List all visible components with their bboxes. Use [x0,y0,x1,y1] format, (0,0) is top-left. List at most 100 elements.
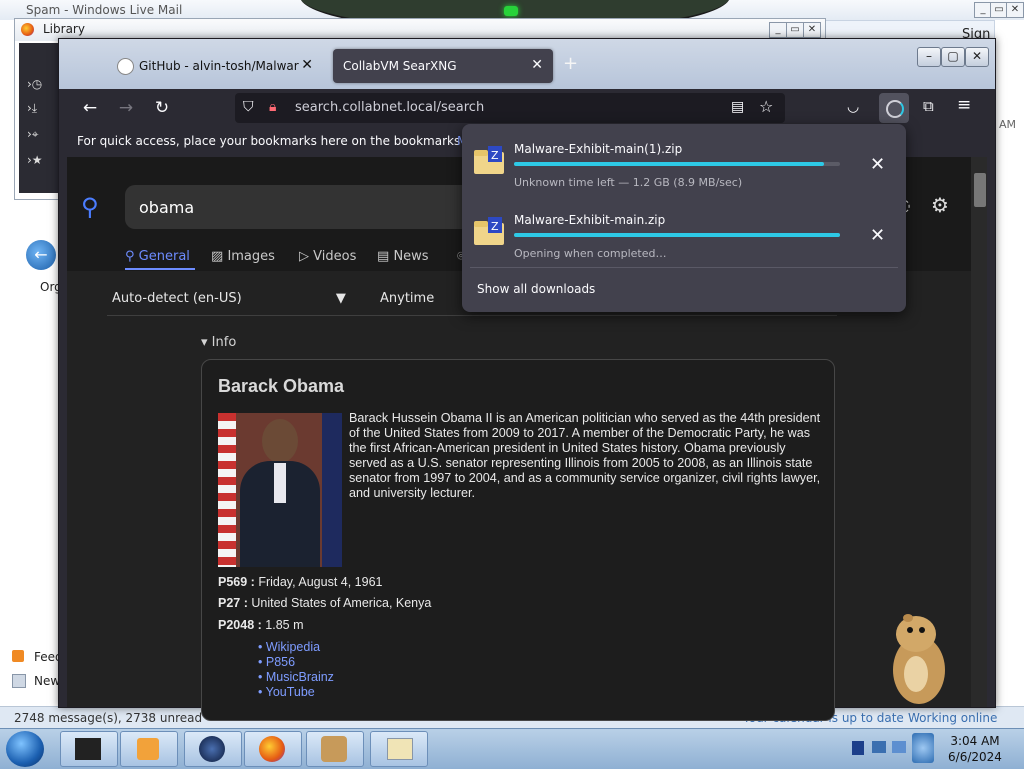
taskbar-item-app1[interactable] [60,731,118,767]
tab-github[interactable]: GitHub - alvin-tosh/Malware-E ✕ [107,49,323,83]
tab-label: GitHub - alvin-tosh/Malware-E [139,59,299,73]
download-progress-fill [514,233,840,237]
insecure-lock-icon[interactable]: 🔒︎ [269,99,276,115]
category-label: General [138,249,190,264]
tab-searxng[interactable]: CollabVM SearXNG ✕ [333,49,553,83]
firefox-close-button[interactable]: ✕ [965,47,989,67]
cancel-download-icon[interactable]: ✕ [870,225,885,246]
download-status: Unknown time left — 1.2 GB (8.9 MB/sec) [514,176,743,189]
tray-shield-icon[interactable] [852,741,864,755]
search-query[interactable]: obama [139,198,194,217]
download-item[interactable]: Z Malware-Exhibit-main(1).zip Unknown ti… [462,132,906,202]
link-youtube[interactable]: • YouTube [258,685,334,700]
library-minimize-button[interactable]: _ [769,22,787,38]
link-musicbrainz[interactable]: • MusicBrainz [258,670,334,685]
close-icon[interactable]: ✕ [531,57,543,73]
cancel-download-icon[interactable]: ✕ [870,154,885,175]
language-value: Auto-detect (en-US) [112,291,242,306]
back-arrow-icon[interactable]: ← [26,240,56,270]
downloads-divider [470,267,898,268]
page-scrollbar[interactable] [971,157,987,707]
firefox-maximize-button[interactable]: ▢ [941,47,965,67]
downloads-progress-icon [886,100,904,118]
globe-icon [199,736,225,762]
clock[interactable]: 3:04 AM 6/6/2024 [940,733,1010,765]
wlm-right-pane: AM [994,20,1024,706]
online-status[interactable]: Working online [908,711,997,725]
library-close-button[interactable]: ✕ [803,22,821,38]
wlm-title: Spam - Windows Live Mail [26,3,183,17]
tray-app-icon[interactable] [912,733,934,763]
taskbar-item-firefox[interactable] [244,731,302,767]
zip-file-icon: Z [474,146,504,174]
tab-general[interactable]: ⚲ General [125,249,195,270]
property-birthdate: P569 : Friday, August 4, 1961 [218,575,382,589]
reload-icon[interactable]: ↻ [151,97,173,119]
star-icon[interactable]: ›★ [27,153,43,167]
downloads-button[interactable] [879,93,909,123]
close-icon[interactable]: ✕ [301,57,313,73]
new-tab-button[interactable]: + [563,53,578,74]
library-maximize-button[interactable]: ▭ [786,22,804,38]
taskbar-item-media[interactable] [120,731,178,767]
search-logo-icon[interactable]: ⚲ [81,193,99,221]
active-tab-underline [125,268,195,270]
taskbar-item-bonzi[interactable] [306,731,364,767]
property-key: P2048 : [218,618,262,632]
tray-volume-icon[interactable] [892,741,906,753]
side-item-new[interactable]: New [34,674,60,688]
download-progress-fill [514,162,824,166]
reader-view-icon[interactable]: ▤ [731,99,744,115]
language-select[interactable]: Auto-detect (en-US) ▼ [112,291,346,306]
us-flag [218,413,236,567]
back-icon[interactable]: ← [79,97,101,119]
triangle-down-icon: ▾ [201,335,208,350]
downloads-icon[interactable]: ›⤓ [27,101,37,116]
tab-images[interactable]: ▨ Images [211,249,275,264]
show-all-downloads-button[interactable]: Show all downloads [477,282,595,296]
library-sidebar: ›◷ ›⤓ ›⌖ ›★ [19,43,63,193]
info-toggle[interactable]: ▾ Info [201,335,236,350]
newspaper-icon: ▤ [377,249,390,264]
shield-icon[interactable]: ⛉ [243,99,254,115]
taskbar-item-globe[interactable] [184,731,242,767]
clock-date: 6/6/2024 [948,750,1002,764]
download-filename: Malware-Exhibit-main.zip [514,213,666,227]
bookmarks-hint: For quick access, place your bookmarks h… [77,134,510,148]
menu-icon[interactable]: ≡ [957,95,971,115]
portrait-image[interactable] [218,413,342,567]
taskbar-item-mail[interactable] [370,731,428,767]
tab-videos[interactable]: ▷ Videos [299,249,356,264]
zip-file-icon: Z [474,217,504,245]
start-button[interactable] [6,731,44,767]
url-bar[interactable]: ⛉ 🔒︎ search.collabnet.local/search ▤ ☆ [235,93,785,123]
infobox: Barack Obama Barack Hussein Obama II is … [201,359,835,721]
clock-time: 3:04 AM [950,734,1000,748]
message-count-status: 2748 message(s), 2738 unread [14,711,203,725]
wlm-close-button[interactable]: ✕ [1006,2,1024,18]
link-p856[interactable]: • P856 [258,655,334,670]
hamster-mascot-image [893,614,945,704]
tab-label: CollabVM SearXNG [343,59,457,73]
infobox-links: • Wikipedia • P856 • MusicBrainz • YouTu… [258,640,334,700]
scrollbar-thumb[interactable] [974,173,986,207]
link-wikipedia[interactable]: • Wikipedia [258,640,334,655]
settings-gear-icon[interactable]: ⚙ [931,193,949,217]
firefox-minimize-button[interactable]: – [917,47,941,67]
tab-news[interactable]: ▤ News [377,249,429,264]
url-text[interactable]: search.collabnet.local/search [295,100,484,115]
download-item[interactable]: Z Malware-Exhibit-main.zip Opening when … [462,203,906,273]
svg-text:Z: Z [491,149,499,162]
extensions-icon[interactable]: ⧉ [923,97,934,115]
tray-network-icon[interactable] [872,741,886,753]
wallpaper-led [504,6,518,16]
bookmark-star-icon[interactable]: ☆ [759,97,773,116]
download-progress [514,233,840,237]
history-clock-icon[interactable]: ›◷ [27,77,42,91]
time-range-select[interactable]: Anytime [380,291,434,306]
forward-icon[interactable]: → [115,97,137,119]
pocket-icon[interactable]: ◡ [847,99,859,115]
tags-icon[interactable]: ›⌖ [27,127,39,142]
image-icon: ▨ [211,249,224,264]
mail-icon [387,738,413,760]
